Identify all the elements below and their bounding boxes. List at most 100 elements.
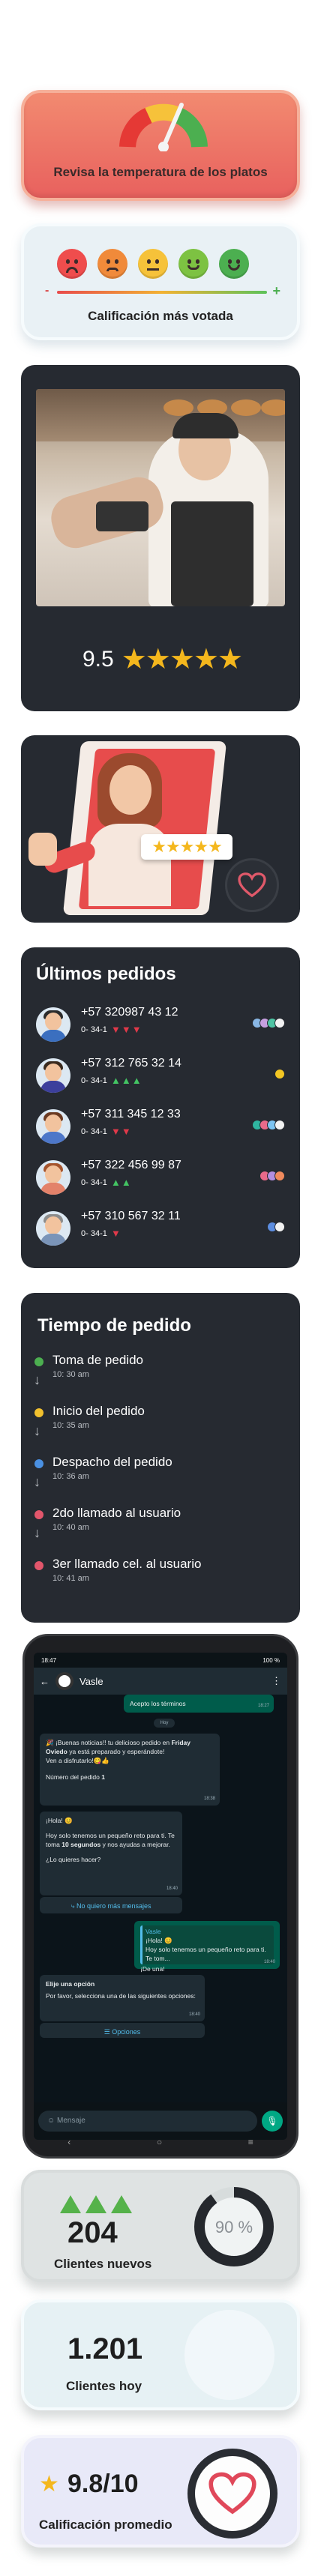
customer-phone: +57 320987 43 12	[81, 1006, 178, 1019]
temperature-gauge-card[interactable]: Revisa la temperatura de los platos	[21, 90, 300, 201]
customer-avatar	[36, 1160, 70, 1195]
thumbs-up-icon	[28, 833, 57, 866]
quoted-message[interactable]: Vasle ¡Hola! 😊 Hoy solo tenemos un peque…	[140, 1925, 274, 1964]
new-clients-progress-ring: 90 %	[194, 2187, 274, 2266]
options-message: Elije una opción Por favor, selecciona u…	[40, 1975, 205, 2021]
average-rating-card: ★ 9.8/10 Calificación promedio	[21, 2435, 300, 2548]
reply-message: Vasle ¡Hola! 😊 Hoy solo tenemos un peque…	[134, 1921, 280, 1973]
average-rating-label: Calificación promedio	[39, 2518, 172, 2532]
rating-faces	[57, 249, 249, 279]
step-time: 10: 30 am	[52, 1370, 89, 1379]
status-dot-icon	[34, 1408, 44, 1417]
message-time: 18:38	[203, 1797, 215, 1801]
timeline-step: 3er llamado cel. al usuario 10: 41 am	[32, 1557, 285, 1608]
timeline-title: Tiempo de pedido	[38, 1315, 191, 1336]
order-code: 0- 34-1	[81, 1229, 107, 1238]
review-illustration-card: ★★★★★	[21, 735, 300, 923]
contact-name: Vasle	[80, 1675, 104, 1687]
tag-chip	[274, 1171, 285, 1181]
sad-face-icon[interactable]	[98, 249, 128, 279]
up-triangle-icon	[60, 2195, 81, 2213]
heart-icon[interactable]	[225, 858, 279, 912]
order-tags	[252, 1018, 285, 1028]
gauge-icon	[119, 103, 208, 151]
tag-chip	[274, 1222, 285, 1232]
message-text: ya está preparado y esperándote!	[69, 1748, 165, 1755]
status-dot-icon	[34, 1561, 44, 1570]
dashboard-page: Revisa la temperatura de los platos - + …	[0, 0, 321, 2576]
message-title: Elije una opción	[46, 1980, 95, 1988]
message-composer: ☺ Mensaje 🎙	[38, 2110, 283, 2132]
message-time: 18:40	[263, 1960, 275, 1964]
order-row[interactable]: +57 311 345 12 33 0- 34-1 ▼▼	[36, 1105, 285, 1156]
chat-header[interactable]: ← Vasle ⋮	[34, 1668, 287, 1695]
nav-recents-icon[interactable]: ≡	[248, 2137, 254, 2152]
tag-chip	[274, 1018, 285, 1028]
step-time: 10: 36 am	[52, 1472, 89, 1481]
accept-terms-message: Acepto los términos 18:27	[124, 1695, 274, 1713]
illustration-stars-icon: ★★★★★	[141, 834, 232, 860]
customer-phone: +57 310 567 32 11	[81, 1210, 181, 1222]
percent-text: 90 %	[215, 2218, 253, 2236]
down-arrow-icon: ↓	[34, 1423, 40, 1438]
options-button[interactable]: ☰ Opciones	[40, 2023, 205, 2038]
microphone-icon[interactable]: 🎙	[262, 2111, 283, 2132]
order-time-card: Tiempo de pedido ↓ Toma de pedido 10: 30…	[21, 1293, 300, 1623]
button-label: No quiero más mensajes	[76, 1902, 152, 1910]
rating-score: 9.5	[82, 646, 114, 672]
message-text: Acepto los términos	[130, 1700, 186, 1707]
more-options-icon[interactable]: ⋮	[272, 1675, 281, 1687]
trend-up-icon: ▲▲▲	[111, 1075, 142, 1086]
neutral-face-icon[interactable]	[138, 249, 168, 279]
top-rating-label: Calificación más votada	[88, 309, 233, 323]
order-row[interactable]: +57 310 567 32 11 0- 34-1 ▼	[36, 1207, 285, 1258]
order-tags	[274, 1069, 285, 1079]
status-time: 18:47	[41, 1657, 57, 1664]
emoji-icon[interactable]: ☺	[47, 2117, 57, 2125]
order-tags	[260, 1171, 285, 1181]
timeline-step: ↓ Despacho del pedido 10: 36 am	[32, 1455, 285, 1506]
whatsapp-screen: 18:47 100 % ← Vasle ⋮ Acepto los término…	[34, 1653, 287, 2140]
status-dot-icon	[34, 1357, 44, 1366]
status-dot-icon	[34, 1459, 44, 1468]
order-row[interactable]: +57 320987 43 12 0- 34-1 ▼▼▼	[36, 1003, 285, 1054]
bakery-photo-card: 9.5 ★★★★★	[21, 365, 300, 711]
trend-down-icon: ▼	[111, 1228, 122, 1239]
message-time: 18:27	[257, 1704, 269, 1708]
nav-back-icon[interactable]: ‹	[68, 2137, 70, 2152]
timeline-list: ↓ Toma de pedido 10: 30 am ↓ Inicio del …	[32, 1353, 285, 1608]
decline-link-icon: ⤷	[70, 1902, 76, 1910]
order-row[interactable]: +57 312 765 32 14 0- 34-1 ▲▲▲	[36, 1054, 285, 1105]
happy-face-icon[interactable]	[178, 249, 208, 279]
back-arrow-icon[interactable]: ←	[40, 1676, 50, 1687]
new-clients-label: Clientes nuevos	[54, 2257, 152, 2271]
up-triangle-icon	[111, 2195, 132, 2213]
very-sad-face-icon[interactable]	[57, 249, 87, 279]
order-code: 0- 34-1	[81, 1076, 107, 1085]
trend-down-icon: ▼▼	[111, 1126, 132, 1137]
trend-down-icon: ▼▼▼	[111, 1024, 142, 1035]
message-text: 🎉 ¡Buenas noticias!! tu delicioso pedido…	[46, 1739, 170, 1746]
user-silhouette-icon	[184, 2310, 274, 2400]
down-arrow-icon: ↓	[34, 1372, 40, 1387]
message-text: Ven a disfrutarlo!😋👍	[46, 1757, 110, 1764]
step-time: 10: 35 am	[52, 1421, 89, 1430]
quoted-text: ¡Hola! 😊	[146, 1937, 172, 1944]
new-clients-value: 204	[68, 2216, 118, 2249]
status-bar: 18:47 100 %	[34, 1653, 287, 1668]
nav-home-icon[interactable]: ○	[157, 2137, 162, 2152]
order-row[interactable]: +57 322 456 99 87 0- 34-1 ▲▲	[36, 1156, 285, 1207]
down-arrow-icon: ↓	[34, 1474, 40, 1489]
average-rating-value: 9.8/10	[68, 2470, 139, 2498]
step-time: 10: 40 am	[52, 1523, 89, 1532]
message-input[interactable]: ☺ Mensaje	[38, 2111, 257, 2132]
down-arrow-icon: ↓	[34, 1525, 40, 1540]
customer-avatar	[36, 1109, 70, 1144]
recent-orders-card: Últimos pedidos +57 320987 43 12 0- 34-1…	[21, 947, 300, 1268]
customer-phone: +57 312 765 32 14	[81, 1057, 182, 1070]
no-more-messages-button[interactable]: ⤷ No quiero más mensajes	[40, 1897, 182, 1913]
very-happy-face-icon[interactable]	[219, 249, 249, 279]
five-stars-icon: ★★★★★	[121, 644, 243, 675]
contact-avatar[interactable]	[56, 1672, 74, 1690]
rating-faces-card: - + Calificación más votada	[21, 223, 300, 340]
